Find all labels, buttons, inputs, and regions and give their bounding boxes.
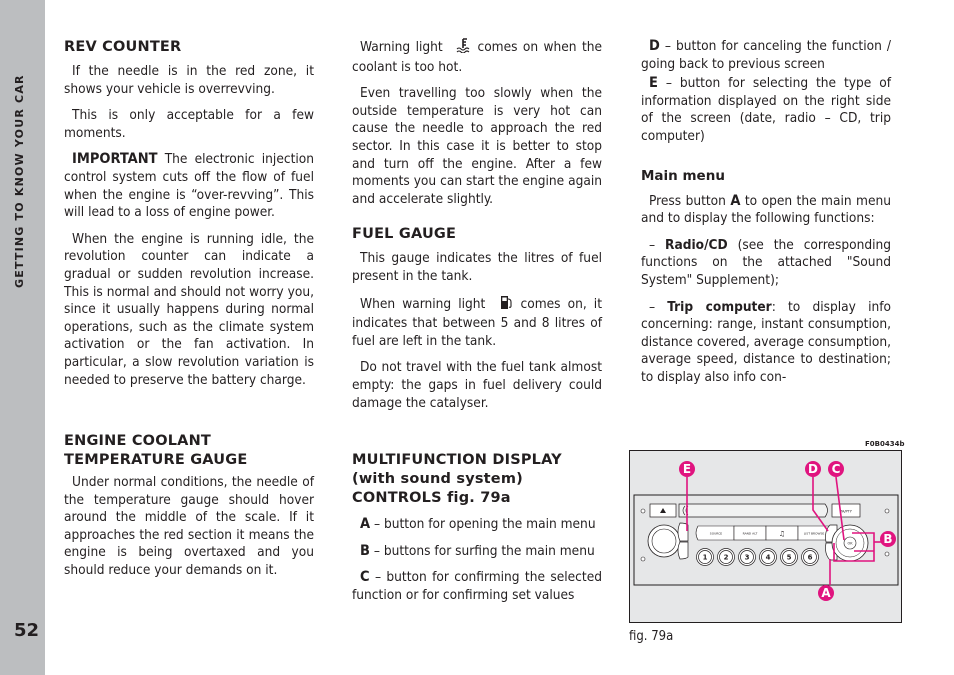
fuel-warning-paragraph: When warning light comes on, it indicate… — [352, 295, 602, 351]
rand-alt-label: RAND ALT — [743, 532, 758, 536]
preset-label: 3 — [745, 554, 750, 562]
preset-button-4: 4 — [759, 548, 777, 566]
control-key: A — [360, 516, 371, 533]
text: Press button — [649, 192, 731, 209]
audio-button — [677, 541, 689, 560]
ok-label: OK — [847, 542, 853, 546]
screw — [884, 551, 890, 557]
coolant-heading-line-1: ENGINE COOLANT — [64, 433, 212, 450]
coolant-warning-paragraph: Warning light comes on when the coolant … — [352, 38, 602, 76]
column-3: D – button for canceling the function / … — [641, 38, 891, 396]
music-label: ♫ — [779, 530, 785, 538]
rev-counter-paragraph: This is only acceptable for a few moment… — [64, 107, 314, 141]
function-buttons: SOURCE RAND ALT ♫ LIST BROWSE — [695, 525, 833, 541]
cd-slot — [678, 503, 828, 518]
rev-counter-paragraph: When the engine is running idle, the rev… — [64, 230, 314, 388]
control-key: E — [649, 75, 658, 92]
control-item-c: C – button for confirming the selected f… — [352, 569, 602, 604]
main-menu-item-radio-cd: – Radio/CD (see the corresponding functi… — [641, 237, 891, 290]
text: When warning light — [360, 295, 493, 312]
dash: – — [649, 236, 666, 253]
control-text: – button for confirming the selected fun… — [352, 569, 602, 603]
preset-button-1: 1 — [696, 548, 714, 566]
main-menu-item-trip-computer: – Trip computer: to display info concern… — [641, 299, 891, 387]
figure-caption: fig. 79a — [629, 629, 674, 644]
callout-b: B — [880, 531, 896, 547]
important-paragraph: IMPORTANT The electronic injection contr… — [64, 151, 314, 221]
page-number: 52 — [14, 620, 40, 641]
callout-a: A — [818, 585, 834, 601]
coolant-paragraph: Under normal conditions, the needle of t… — [64, 474, 314, 579]
radio-controls-figure: TA/PTY SOURCE RAND ALT ♫ LIST BROWSE 123… — [629, 450, 902, 623]
fuel-pump-icon — [492, 295, 513, 316]
callout-label: D — [808, 462, 818, 476]
menu-item-label: Trip computer — [667, 298, 772, 315]
control-text: – button for canceling the function / go… — [641, 38, 891, 72]
coolant-gauge-heading: ENGINE COOLANT TEMPERATURE GAUGE — [64, 432, 314, 470]
fuel-gauge-heading: FUEL GAUGE — [352, 226, 457, 243]
list-browse-label: LIST BROWSE — [804, 532, 825, 536]
callout-label: B — [883, 532, 892, 546]
preset-label: 2 — [724, 554, 729, 562]
control-text: – buttons for surfing the main menu — [369, 542, 595, 559]
fuel-paragraph: Do not travel with the fuel tank almost … — [352, 359, 602, 411]
preset-button-2: 2 — [717, 548, 735, 566]
main-menu-paragraph: Press button A to open the main menu and… — [641, 193, 891, 228]
control-key: C — [360, 569, 370, 586]
callout-c: C — [828, 461, 844, 477]
preset-label: 5 — [787, 554, 792, 562]
control-item-e: E – button for selecting the type of inf… — [641, 75, 891, 145]
menu-item-label: Radio/CD — [665, 236, 728, 253]
preset-label: 1 — [703, 554, 708, 562]
screw — [884, 508, 890, 514]
text: Warning light — [360, 39, 449, 55]
rev-counter-paragraph: If the needle is in the red zone, it sho… — [64, 63, 314, 97]
callout-label: A — [821, 586, 831, 600]
screw — [640, 508, 646, 514]
control-key: D — [649, 38, 660, 54]
control-item-d: D – button for canceling the function / … — [641, 38, 891, 73]
preset-label: 6 — [808, 554, 813, 562]
multifunction-heading-line-1: MULTIFUNCTION DISPLAY — [352, 452, 562, 469]
coolant-paragraph: Even travelling too slowly when the outs… — [352, 85, 602, 207]
callout-e: E — [679, 461, 695, 477]
important-label: IMPORTANT — [72, 151, 158, 168]
column-1: REV COUNTER If the needle is in the red … — [64, 38, 314, 589]
multifunction-heading-line-2: (with sound system) — [352, 471, 523, 488]
section-title: GETTING TO KNOW YOUR CAR — [13, 74, 26, 288]
control-item-a: A – button for opening the main menu — [352, 516, 602, 534]
control-text: – button for opening the main menu — [370, 516, 596, 533]
coolant-temperature-icon — [448, 38, 472, 59]
coolant-heading-line-2: TEMPERATURE GAUGE — [64, 452, 248, 469]
callout-d: D — [805, 461, 821, 477]
control-key: B — [360, 542, 370, 559]
sidebar: GETTING TO KNOW YOUR CAR 52 — [0, 0, 45, 675]
preset-button-5: 5 — [780, 548, 798, 566]
fuel-paragraph: This gauge indicates the litres of fuel … — [352, 250, 602, 284]
preset-button-6: 6 — [801, 548, 819, 566]
main-menu-heading: Main menu — [641, 167, 725, 184]
figure-code: F0B0434b — [865, 440, 905, 448]
source-label: SOURCE — [710, 532, 722, 536]
callout-label: E — [683, 462, 691, 476]
control-item-b: B – buttons for surfing the main menu — [352, 543, 602, 561]
screw — [640, 556, 646, 562]
multifunction-heading: MULTIFUNCTION DISPLAY (with sound system)… — [352, 451, 602, 508]
column-2: Warning light comes on when the coolant … — [352, 38, 602, 613]
rev-counter-heading: REV COUNTER — [64, 39, 182, 55]
control-text: – button for selecting the type of infor… — [641, 75, 891, 144]
dash: – — [649, 298, 668, 315]
callout-label: C — [832, 462, 841, 476]
multifunction-heading-line-3: CONTROLS fig. 79a — [352, 490, 511, 507]
preset-label: 4 — [766, 554, 771, 562]
radio-illustration: TA/PTY SOURCE RAND ALT ♫ LIST BROWSE 123… — [633, 461, 899, 601]
preset-button-3: 3 — [738, 548, 756, 566]
control-key: A — [730, 192, 741, 209]
